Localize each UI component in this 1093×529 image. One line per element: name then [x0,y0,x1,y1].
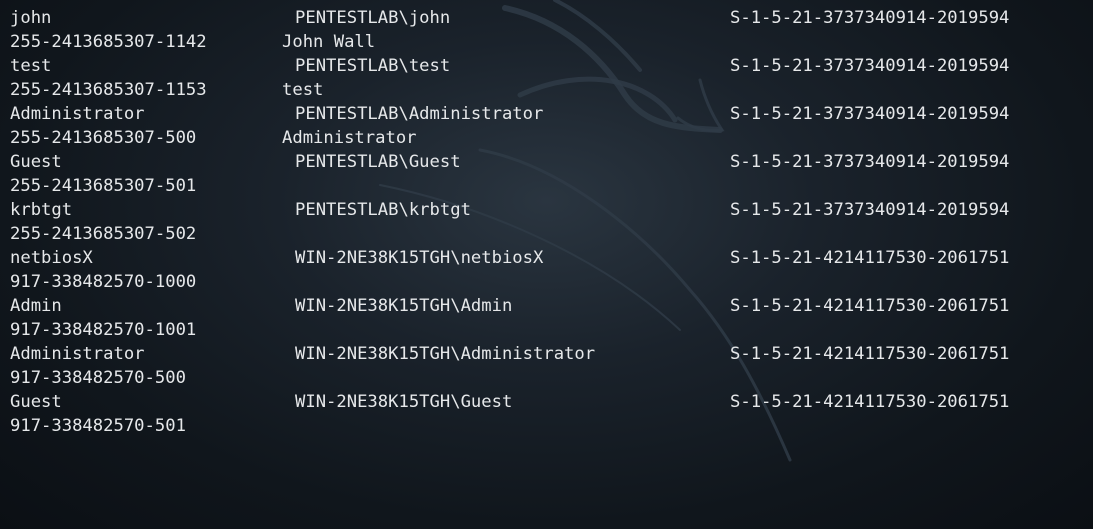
account-line: Guest PENTESTLAB\Guest S-1-5-21-3737340914… [10,150,1093,174]
account-continuation-line: 255-2413685307-1142 John Wall [10,30,1093,54]
account-sid-tail: 255-2413685307-502 [10,224,197,244]
account-sid-prefix: S-1-5-21-4214117530-2061751 [730,392,1010,412]
account-username: krbtgt [10,200,73,220]
account-username: Guest [10,152,62,172]
account-domain-user: WIN-2NE38K15TGH\netbiosX [295,248,544,268]
account-sid-tail: 255-2413685307-501 [10,176,197,196]
account-domain-user: PENTESTLAB\krbtgt [295,200,471,220]
account-line: Administrator PENTESTLAB\Administrator S-1… [10,102,1093,126]
account-sid-prefix: S-1-5-21-4214117530-2061751 [730,344,1010,364]
account-line: netbiosX WIN-2NE38K15TGH\netbiosX S-1-5-21… [10,246,1093,270]
account-sid-tail: 255-2413685307-1153 [10,80,207,100]
account-sid-tail: 917-338482570-501 [10,416,186,436]
account-fullname: Administrator [282,128,417,148]
account-domain-user: PENTESTLAB\test [295,56,451,76]
account-sid-tail: 917-338482570-1001 [10,320,197,340]
account-sid-prefix: S-1-5-21-3737340914-2019594 [730,152,1010,172]
account-sid-tail: 255-2413685307-500 [10,128,197,148]
account-line: Guest WIN-2NE38K15TGH\Guest S-1-5-21-42141… [10,390,1093,414]
account-username: Guest [10,392,62,412]
account-continuation-line: 255-2413685307-501 [10,174,1093,198]
account-username: Admin [10,296,62,316]
account-continuation-line: 917-338482570-500 [10,366,1093,390]
account-sid-prefix: S-1-5-21-4214117530-2061751 [730,248,1010,268]
terminal-output: john PENTESTLAB\john S-1-5-21-3737340914-2… [10,6,1093,438]
account-continuation-line: 255-2413685307-1153 test [10,78,1093,102]
account-username: john [10,8,52,28]
account-domain-user: WIN-2NE38K15TGH\Guest [295,392,513,412]
account-continuation-line: 917-338482570-1000 [10,270,1093,294]
account-line: Admin WIN-2NE38K15TGH\Admin S-1-5-21-42141… [10,294,1093,318]
account-line: test PENTESTLAB\test S-1-5-21-3737340914-2… [10,54,1093,78]
account-continuation-line: 917-338482570-1001 [10,318,1093,342]
account-fullname: test [282,80,324,100]
account-sid-prefix: S-1-5-21-3737340914-2019594 [730,8,1010,28]
account-domain-user: PENTESTLAB\Administrator [295,104,544,124]
account-sid-prefix: S-1-5-21-3737340914-2019594 [730,56,1010,76]
account-username: Administrator [10,344,145,364]
account-domain-user: PENTESTLAB\john [295,8,451,28]
account-fullname: John Wall [282,32,376,52]
account-sid-prefix: S-1-5-21-3737340914-2019594 [730,104,1010,124]
account-domain-user: PENTESTLAB\Guest [295,152,461,172]
account-line: john PENTESTLAB\john S-1-5-21-3737340914-2… [10,6,1093,30]
account-sid-tail: 255-2413685307-1142 [10,32,207,52]
account-continuation-line: 917-338482570-501 [10,414,1093,438]
account-sid-prefix: S-1-5-21-3737340914-2019594 [730,200,1010,220]
account-line: krbtgt PENTESTLAB\krbtgt S-1-5-21-37373409… [10,198,1093,222]
account-username: Administrator [10,104,145,124]
account-username: test [10,56,52,76]
terminal-window[interactable]: john PENTESTLAB\john S-1-5-21-3737340914-2… [0,0,1093,529]
account-domain-user: WIN-2NE38K15TGH\Administrator [295,344,596,364]
account-username: netbiosX [10,248,93,268]
account-sid-tail: 917-338482570-500 [10,368,186,388]
account-domain-user: WIN-2NE38K15TGH\Admin [295,296,513,316]
account-continuation-line: 255-2413685307-502 [10,222,1093,246]
account-line: Administrator WIN-2NE38K15TGH\Administrat… [10,342,1093,366]
account-sid-tail: 917-338482570-1000 [10,272,197,292]
account-sid-prefix: S-1-5-21-4214117530-2061751 [730,296,1010,316]
account-continuation-line: 255-2413685307-500 Administrator [10,126,1093,150]
